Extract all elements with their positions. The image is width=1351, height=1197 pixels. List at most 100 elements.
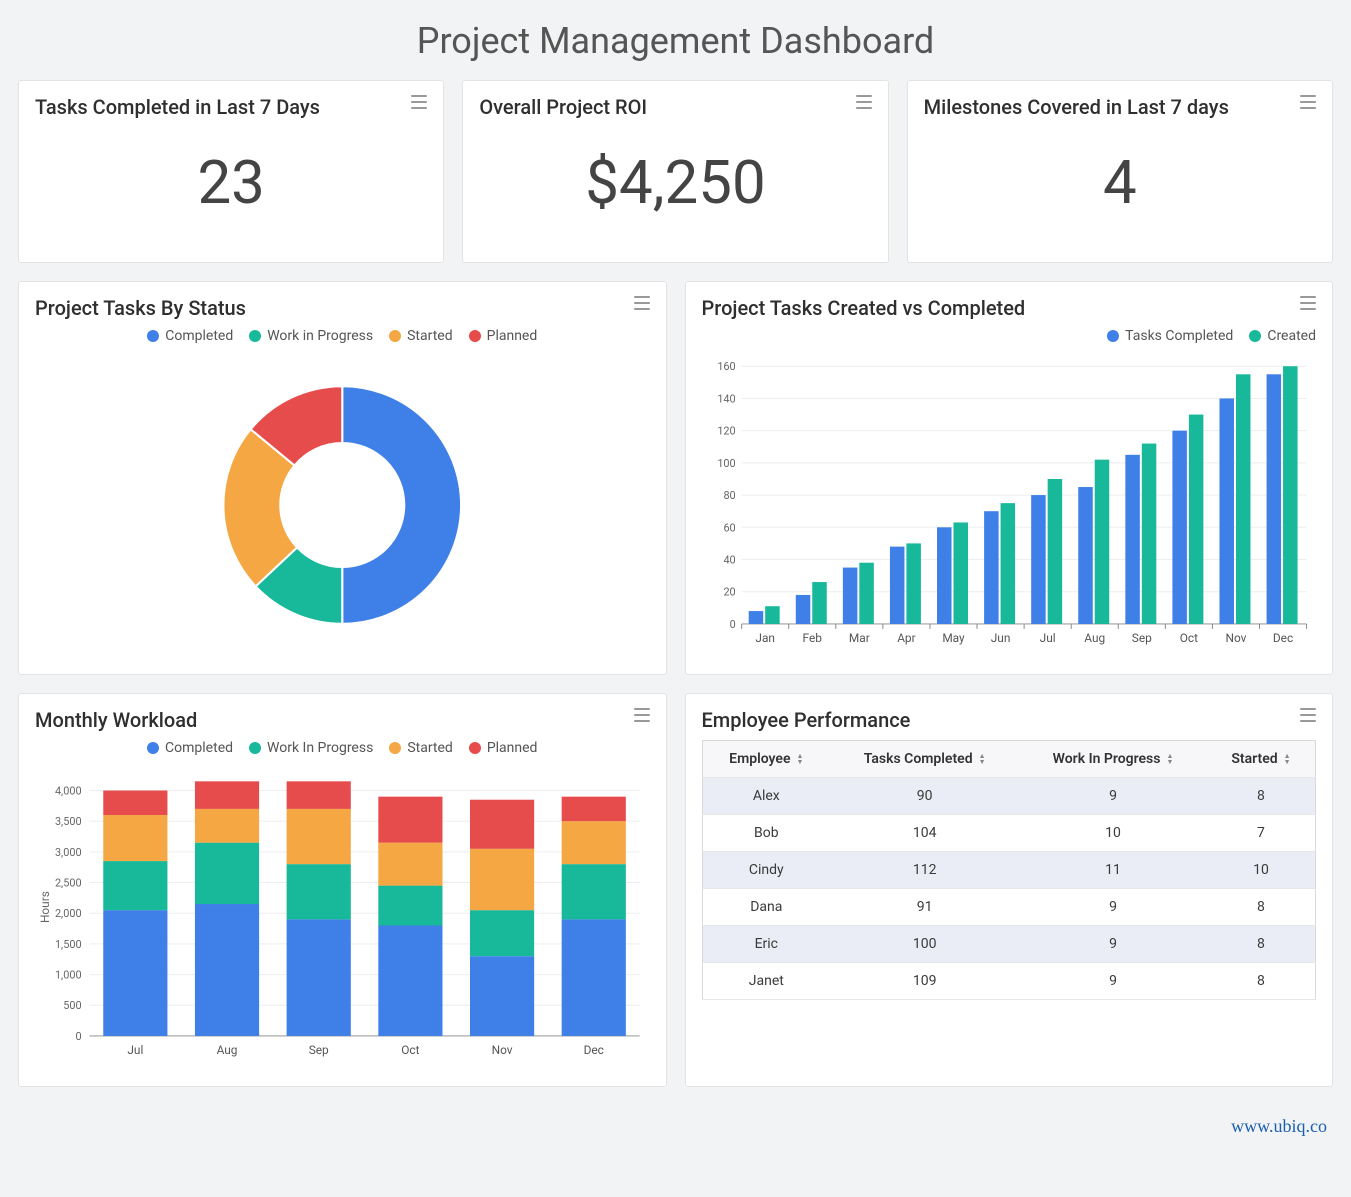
- donut-chart: [35, 350, 650, 660]
- grouped-bar-card: Project Tasks Created vs Completed Tasks…: [685, 281, 1334, 675]
- performance-card: Employee Performance Employee▲▼Tasks Com…: [685, 693, 1334, 1087]
- svg-text:500: 500: [63, 999, 81, 1012]
- kpi-title: Tasks Completed in Last 7 Days: [35, 95, 320, 119]
- workload-legend: Completed Work In Progress Started Plann…: [35, 740, 650, 756]
- svg-text:0: 0: [729, 618, 735, 631]
- svg-text:Sep: Sep: [309, 1043, 329, 1057]
- legend-label: Work in Progress: [267, 328, 373, 344]
- svg-text:100: 100: [717, 457, 735, 470]
- svg-text:2,500: 2,500: [55, 877, 82, 890]
- table-cell: 8: [1207, 778, 1316, 815]
- svg-text:Sep: Sep: [1131, 631, 1151, 645]
- workload-card: Monthly Workload Completed Work In Progr…: [18, 693, 667, 1087]
- performance-table: Employee▲▼Tasks Completed▲▼Work In Progr…: [702, 740, 1317, 1000]
- svg-text:120: 120: [717, 425, 735, 438]
- sort-icon: ▲▼: [797, 753, 804, 765]
- svg-text:3,500: 3,500: [55, 815, 82, 828]
- hamburger-icon[interactable]: [1300, 95, 1316, 109]
- table-cell: Cindy: [702, 852, 830, 889]
- hamburger-icon[interactable]: [1300, 296, 1316, 310]
- svg-text:Dec: Dec: [584, 1043, 604, 1057]
- table-header[interactable]: Started▲▼: [1207, 741, 1316, 778]
- table-cell: 9: [1019, 926, 1207, 963]
- table-header[interactable]: Tasks Completed▲▼: [830, 741, 1019, 778]
- table-row: Eric10098: [702, 926, 1316, 963]
- table-row: Dana9198: [702, 889, 1316, 926]
- table-cell: 109: [830, 963, 1019, 1000]
- table-cell: 9: [1019, 778, 1207, 815]
- table-cell: 8: [1207, 889, 1316, 926]
- hamburger-icon[interactable]: [634, 296, 650, 310]
- table-row: Janet10998: [702, 963, 1316, 1000]
- sort-icon: ▲▼: [1284, 753, 1291, 765]
- svg-text:Jul: Jul: [127, 1043, 143, 1057]
- svg-text:Oct: Oct: [1179, 631, 1197, 645]
- legend-label: Started: [407, 328, 453, 344]
- kpi-row: Tasks Completed in Last 7 Days 23 Overal…: [18, 80, 1333, 263]
- svg-text:Nov: Nov: [1225, 631, 1246, 645]
- svg-text:60: 60: [723, 521, 735, 534]
- table-row: Bob104107: [702, 815, 1316, 852]
- table-cell: Janet: [702, 963, 830, 1000]
- chart-title: Project Tasks Created vs Completed: [702, 296, 1026, 320]
- kpi-title: Milestones Covered in Last 7 days: [924, 95, 1229, 119]
- kpi-value: 4: [924, 127, 1316, 248]
- table-cell: Bob: [702, 815, 830, 852]
- svg-text:Aug: Aug: [217, 1043, 238, 1057]
- svg-text:160: 160: [717, 360, 735, 373]
- table-cell: 90: [830, 778, 1019, 815]
- kpi-value: 23: [35, 127, 427, 248]
- donut-card: Project Tasks By Status Completed Work i…: [18, 281, 667, 675]
- hamburger-icon[interactable]: [634, 708, 650, 722]
- svg-text:Apr: Apr: [897, 631, 915, 645]
- table-cell: Eric: [702, 926, 830, 963]
- svg-text:Aug: Aug: [1084, 631, 1105, 645]
- kpi-value: $4,250: [479, 127, 871, 248]
- svg-text:1,000: 1,000: [55, 969, 82, 982]
- watermark: www.ubiq.co: [1231, 1116, 1327, 1137]
- table-cell: 11: [1019, 852, 1207, 889]
- legend-label: Completed: [165, 740, 233, 756]
- svg-text:Oct: Oct: [401, 1043, 419, 1057]
- table-cell: 10: [1019, 815, 1207, 852]
- stacked-bar-chart: 0 500 1,000 1,500 2,000 2,500 3,000 3,500 4,000 H…: [35, 762, 650, 1072]
- svg-text:4,000: 4,000: [55, 784, 82, 797]
- svg-text:20: 20: [723, 586, 735, 599]
- chart-title: Project Tasks By Status: [35, 296, 246, 320]
- legend-label: Planned: [487, 328, 538, 344]
- sort-icon: ▲▼: [1166, 753, 1173, 765]
- hamburger-icon[interactable]: [411, 95, 427, 109]
- kpi-card: Tasks Completed in Last 7 Days 23: [18, 80, 444, 263]
- table-cell: 100: [830, 926, 1019, 963]
- svg-text:40: 40: [723, 553, 735, 566]
- hamburger-icon[interactable]: [1300, 708, 1316, 722]
- chart-title: Employee Performance: [702, 708, 911, 732]
- svg-text:Hours: Hours: [38, 891, 52, 923]
- chart-title: Monthly Workload: [35, 708, 197, 732]
- svg-text:2,000: 2,000: [55, 907, 82, 920]
- svg-text:80: 80: [723, 489, 735, 502]
- svg-text:May: May: [942, 631, 965, 645]
- table-header[interactable]: Work In Progress▲▼: [1019, 741, 1207, 778]
- table-row: Alex9098: [702, 778, 1316, 815]
- svg-text:0: 0: [75, 1030, 81, 1043]
- page-title: Project Management Dashboard: [18, 20, 1333, 62]
- hamburger-icon[interactable]: [856, 95, 872, 109]
- svg-text:Feb: Feb: [802, 631, 822, 645]
- svg-text:Nov: Nov: [492, 1043, 513, 1057]
- svg-text:Jul: Jul: [1039, 631, 1055, 645]
- svg-text:3,000: 3,000: [55, 846, 82, 859]
- table-cell: 8: [1207, 963, 1316, 1000]
- table-cell: 104: [830, 815, 1019, 852]
- donut-legend: Completed Work in Progress Started Plann…: [35, 328, 650, 344]
- svg-text:Jun: Jun: [990, 631, 1010, 645]
- kpi-title: Overall Project ROI: [479, 95, 647, 119]
- table-cell: 112: [830, 852, 1019, 889]
- table-cell: 8: [1207, 926, 1316, 963]
- kpi-card: Milestones Covered in Last 7 days 4: [907, 80, 1333, 263]
- table-cell: 10: [1207, 852, 1316, 889]
- table-header[interactable]: Employee▲▼: [702, 741, 830, 778]
- svg-text:1,500: 1,500: [55, 938, 82, 951]
- table-row: Cindy1121110: [702, 852, 1316, 889]
- legend-label: Work In Progress: [267, 740, 373, 756]
